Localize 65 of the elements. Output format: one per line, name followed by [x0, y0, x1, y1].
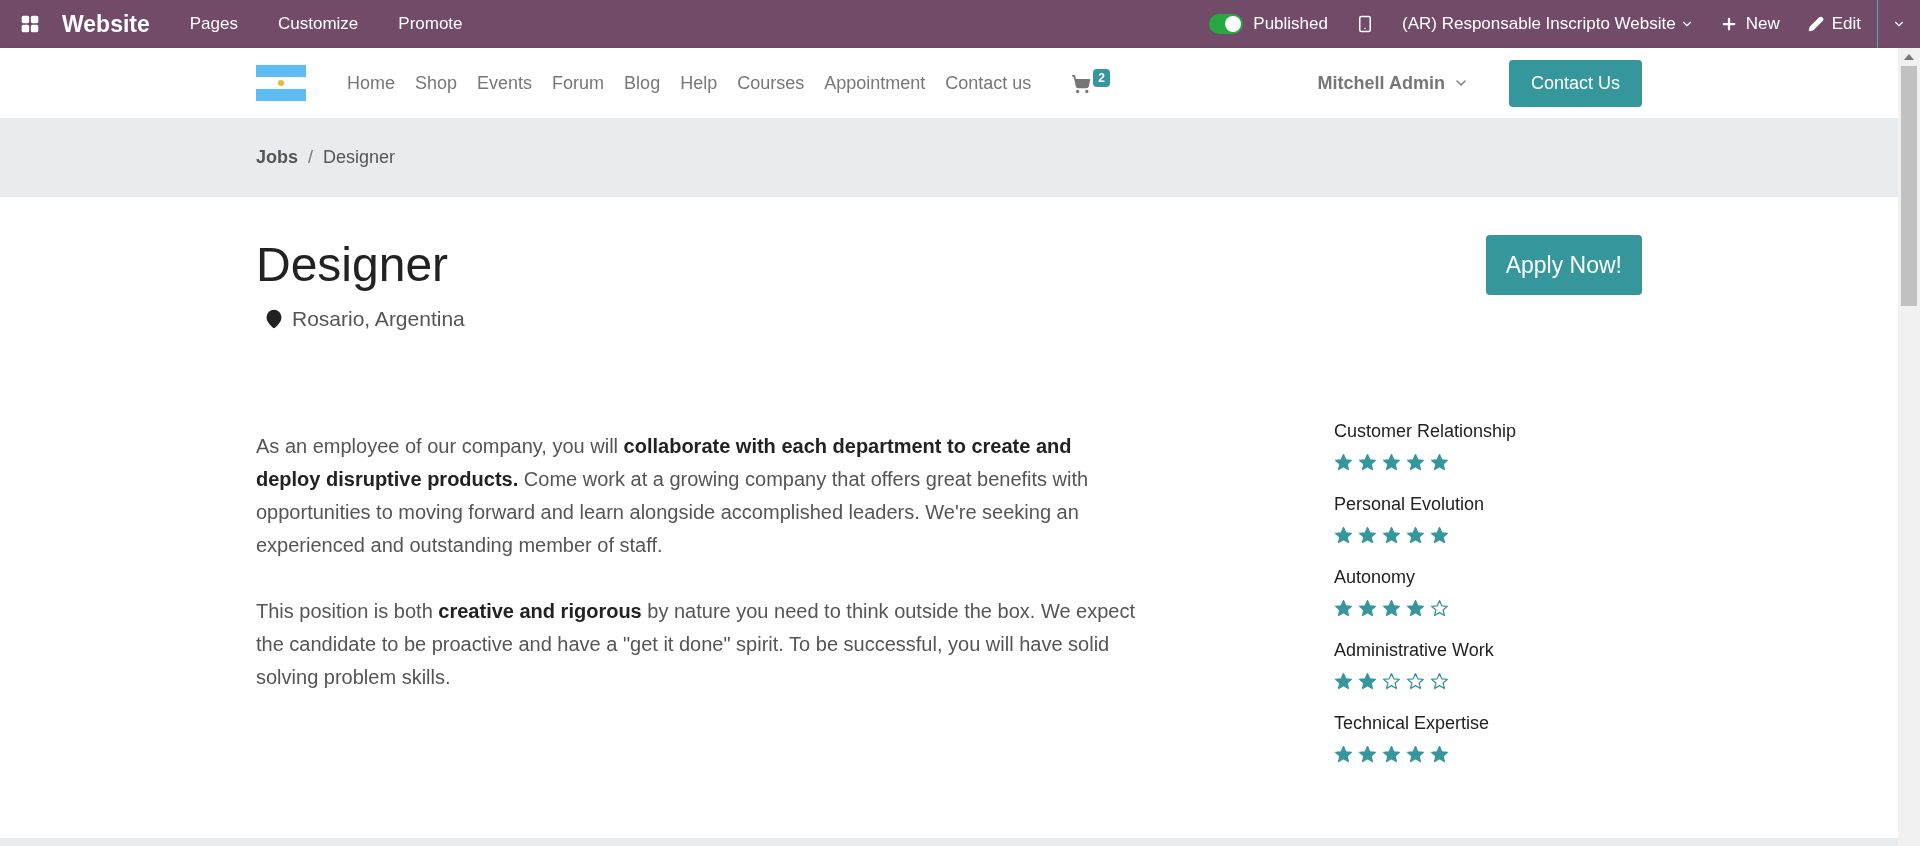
user-menu[interactable]: Mitchell Admin	[1317, 69, 1469, 97]
apps-menu-icon[interactable]	[20, 14, 40, 34]
cart-icon[interactable]	[1071, 74, 1092, 94]
star-icon	[1382, 744, 1401, 764]
star-icon	[1430, 452, 1449, 472]
nav-link[interactable]: Contact us	[945, 69, 1032, 97]
nav-link[interactable]: Forum	[552, 69, 605, 97]
job-location: Rosario, Argentina	[292, 306, 465, 332]
star-icon	[1358, 525, 1377, 545]
breadcrumb-link[interactable]: Jobs	[256, 144, 298, 171]
star-icon	[1334, 452, 1353, 472]
star-icon	[1430, 598, 1449, 618]
breadcrumb-current: Designer	[323, 146, 396, 169]
rating-label: Administrative Work	[1334, 638, 1495, 662]
admin-menu-item[interactable]: Pages	[189, 11, 238, 37]
website-switcher[interactable]: (AR) Responsable Inscripto Website	[1402, 11, 1694, 37]
rating-label: Customer Relationship	[1334, 419, 1518, 443]
scrollbar[interactable]	[1898, 48, 1920, 846]
location-pin-icon	[264, 308, 284, 329]
job-description: As an employee of our company, you will collaborate with each department to create and deploy disruptive products. Come work at a growing company that offers great benefits with opportunities to moving forward and learn alongside accomplished leaders. We're seeking an experienced and outstanding member of staff.	[256, 433, 1090, 558]
job-title: Designer	[256, 237, 450, 293]
star-icon	[1334, 598, 1353, 618]
cart-count-badge: 2	[1093, 69, 1110, 87]
admin-menu-item[interactable]: Promote	[398, 11, 463, 37]
app-title[interactable]: Website	[62, 6, 150, 42]
star-icon	[1358, 452, 1377, 472]
star-icon	[1358, 598, 1377, 618]
nav-link[interactable]: Events	[477, 69, 533, 97]
star-icon	[1334, 744, 1353, 764]
star-icon	[1334, 525, 1353, 545]
star-icon	[1406, 598, 1425, 618]
star-icon	[1430, 525, 1449, 545]
star-icon	[1406, 671, 1425, 691]
star-icon	[1430, 744, 1449, 764]
star-icon	[1430, 671, 1449, 691]
contact-us-button[interactable]: Contact Us	[1508, 59, 1642, 107]
star-icon	[1334, 671, 1353, 691]
star-icon	[1382, 525, 1401, 545]
nav-link[interactable]: Help	[680, 69, 718, 97]
breadcrumb-separator: /	[308, 146, 314, 169]
star-icon	[1406, 525, 1425, 545]
star-icon	[1358, 671, 1377, 691]
star-icon	[1406, 452, 1425, 472]
apply-now-button[interactable]: Apply Now!	[1485, 235, 1642, 295]
mobile-preview-icon[interactable]	[1356, 15, 1374, 33]
rating-label: Autonomy	[1334, 565, 1417, 589]
star-icon	[1382, 598, 1401, 618]
admin-menu-item[interactable]: Customize	[278, 11, 359, 37]
new-button[interactable]: New	[1719, 11, 1780, 37]
nav-link[interactable]: Appointment	[824, 69, 926, 97]
nav-link[interactable]: Shop	[415, 69, 458, 97]
star-icon	[1406, 744, 1425, 764]
published-label: Published	[1253, 13, 1328, 36]
rating-label: Technical Expertise	[1334, 711, 1491, 735]
edit-button[interactable]: Edit	[1807, 11, 1861, 37]
published-toggle[interactable]	[1209, 14, 1244, 34]
job-description: This position is both creative and rigorous by nature you need to think outside the box. We expect the candidate to be proactive and have a "get it done" spirit. To be successful, you will have solid solving problem skills.	[256, 598, 1136, 690]
nav-link[interactable]: Blog	[624, 69, 661, 97]
pencil-icon	[1807, 16, 1824, 32]
rating-label: Personal Evolution	[1334, 492, 1486, 516]
star-icon	[1358, 744, 1377, 764]
nav-link[interactable]: Courses	[737, 69, 805, 97]
star-icon	[1382, 671, 1401, 691]
star-icon	[1382, 452, 1401, 472]
nav-link[interactable]: Home	[347, 69, 395, 97]
